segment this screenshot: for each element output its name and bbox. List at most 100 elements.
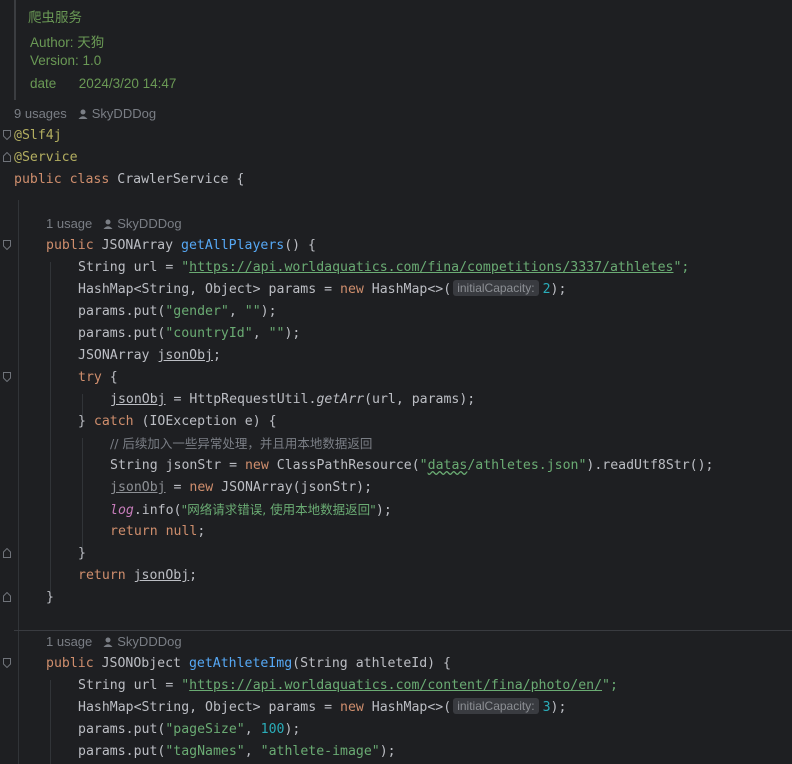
- code-text: (url, params);: [364, 392, 476, 407]
- doc-title: 爬虫服务: [28, 10, 82, 25]
- indent-guide: [50, 680, 51, 764]
- code-line[interactable]: @Slf4j: [14, 125, 62, 147]
- variable: jsonObj: [110, 480, 166, 495]
- method-separator: [14, 630, 792, 631]
- fold-icon[interactable]: [3, 372, 11, 382]
- log-field: log: [110, 503, 134, 518]
- keyword: catch: [93, 414, 134, 429]
- code-line[interactable]: HashMap<String, Object> params = new Has…: [78, 279, 566, 301]
- string: ": [181, 260, 190, 275]
- string: ": [419, 458, 428, 473]
- string: "网络请求错误, 使用本地数据返回": [181, 502, 376, 517]
- type: JSONArray: [101, 238, 174, 253]
- string: "tagNames": [165, 744, 245, 759]
- code-text: );: [260, 304, 277, 319]
- code-line[interactable]: jsonObj = HttpRequestUtil.getArr(url, pa…: [110, 389, 475, 411]
- fold-icon[interactable]: [3, 658, 11, 668]
- number: 100: [260, 722, 285, 737]
- code-line[interactable]: public class CrawlerService {: [14, 169, 244, 191]
- method-name: getAllPlayers: [181, 238, 285, 253]
- string: "gender": [165, 304, 229, 319]
- keyword: return: [110, 524, 158, 539]
- doc-author: Author: 天狗: [30, 31, 104, 51]
- keyword: new: [340, 700, 364, 715]
- code-line[interactable]: params.put("gender", "");: [78, 301, 277, 323]
- code-editor[interactable]: 爬虫服务 Author: 天狗 Version: 1.0 date 2024/3…: [0, 0, 792, 764]
- fold-icon[interactable]: [3, 130, 11, 140]
- code-text: }: [78, 414, 86, 429]
- fold-end-icon[interactable]: [3, 152, 11, 162]
- params: (String athleteId) {: [292, 656, 451, 671]
- params: () {: [284, 238, 316, 253]
- code-line[interactable]: } catch (IOException e) {: [78, 411, 277, 433]
- code-line[interactable]: @Service: [14, 147, 78, 169]
- fold-icon[interactable]: [3, 240, 11, 250]
- code-line[interactable]: jsonObj = new JSONArray(jsonStr);: [110, 477, 372, 499]
- fold-end-icon[interactable]: [3, 592, 11, 602]
- code-text: params.put(: [78, 722, 166, 737]
- param-hint: initialCapacity:: [453, 280, 539, 296]
- keyword: new: [189, 480, 214, 495]
- method-author: SkyDDDog: [117, 216, 182, 231]
- keyword: public: [46, 238, 94, 253]
- method-author: SkyDDDog: [117, 634, 182, 649]
- code-text: params.put(: [78, 326, 166, 341]
- url-link[interactable]: https://api.worldaquatics.com/content/fi…: [189, 678, 602, 693]
- code-text: ,: [244, 722, 261, 737]
- code-line[interactable]: params.put("pageSize", 100);: [78, 719, 300, 741]
- class-author: SkyDDDog: [91, 106, 157, 121]
- user-icon: [103, 637, 113, 647]
- string: "": [268, 326, 285, 341]
- annotation: @Service: [14, 150, 78, 165]
- string: ";: [602, 678, 618, 693]
- code-line[interactable]: public JSONArray getAllPlayers() {: [46, 235, 316, 257]
- indent-guide: [18, 200, 19, 764]
- static-method: getArr: [316, 392, 365, 407]
- code-text: );: [379, 744, 396, 759]
- code-line[interactable]: return null;: [110, 521, 205, 543]
- code-text: ,: [244, 744, 261, 759]
- keyword: return: [78, 568, 126, 583]
- code-text: ;: [189, 568, 198, 583]
- type: JSONObject: [101, 656, 181, 671]
- method-usages-count[interactable]: 1 usage: [46, 216, 92, 231]
- code-line[interactable]: // 后续加入一些异常处理，并且用本地数据返回: [110, 433, 372, 455]
- code-line[interactable]: try {: [78, 367, 118, 389]
- code-line[interactable]: log.info("网络请求错误, 使用本地数据返回");: [110, 499, 392, 521]
- code-text: );: [550, 282, 567, 297]
- param-hint: initialCapacity:: [453, 698, 539, 714]
- code-text: }: [46, 590, 54, 605]
- string: "pageSize": [165, 722, 245, 737]
- method-usages-hint[interactable]: 1 usage SkyDDDog: [46, 634, 182, 649]
- code-line[interactable]: public JSONObject getAthleteImg(String a…: [46, 653, 451, 675]
- keyword: null: [165, 524, 198, 539]
- code-line[interactable]: }: [78, 543, 86, 565]
- doc-version: Version: 1.0: [30, 53, 101, 68]
- code-text: ClassPathResource(: [268, 458, 420, 473]
- code-text: HashMap<>(: [363, 282, 452, 297]
- url-link[interactable]: https://api.worldaquatics.com/fina/compe…: [189, 260, 673, 275]
- method-usages-hint[interactable]: 1 usage SkyDDDog: [46, 216, 182, 231]
- code-line[interactable]: }: [46, 587, 54, 609]
- code-line[interactable]: HashMap<String, Object> params = new Has…: [78, 697, 566, 719]
- code-line[interactable]: String url = "https://api.worldaquatics.…: [78, 257, 689, 279]
- class-usages-count[interactable]: 9 usages: [14, 106, 67, 121]
- code-line[interactable]: params.put("countryId", "");: [78, 323, 300, 345]
- code-text: String url =: [78, 678, 182, 693]
- code-text: ).readUtf8Str();: [586, 458, 714, 473]
- class-usages-hint[interactable]: 9 usages SkyDDDog: [14, 106, 156, 121]
- code-line[interactable]: params.put("tagNames", "athlete-image");: [78, 741, 396, 763]
- code-text: params.put(: [78, 304, 166, 319]
- method-usages-count[interactable]: 1 usage: [46, 634, 92, 649]
- code-text: );: [284, 326, 301, 341]
- code-line[interactable]: return jsonObj;: [78, 565, 197, 587]
- code-line[interactable]: String url = "https://api.worldaquatics.…: [78, 675, 618, 697]
- code-line[interactable]: JSONArray jsonObj;: [78, 345, 221, 367]
- code-text: );: [375, 503, 392, 518]
- user-icon: [78, 109, 88, 119]
- code-text: HashMap<String, Object> params =: [78, 700, 341, 715]
- fold-end-icon[interactable]: [3, 548, 11, 558]
- code-line[interactable]: String jsonStr = new ClassPathResource("…: [110, 455, 713, 477]
- keyword: new: [340, 282, 364, 297]
- number: 3: [542, 700, 551, 715]
